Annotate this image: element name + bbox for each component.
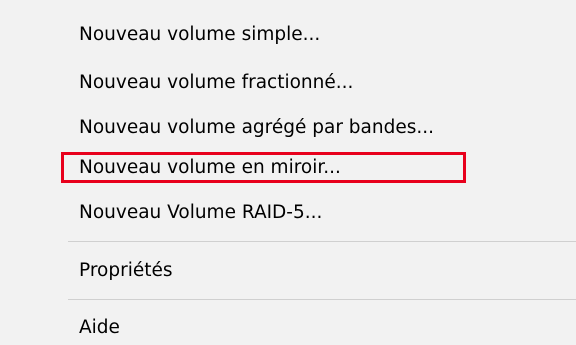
menu-separator bbox=[68, 241, 576, 242]
menu-item-help[interactable]: Aide bbox=[0, 315, 576, 341]
menu-item-new-mirrored-volume[interactable]: Nouveau volume en miroir... bbox=[0, 155, 576, 181]
context-menu: Nouveau volume simple... Nouveau volume … bbox=[0, 0, 576, 345]
menu-item-new-striped-volume[interactable]: Nouveau volume agrégé par bandes... bbox=[0, 115, 576, 141]
menu-item-new-raid5-volume[interactable]: Nouveau Volume RAID-5... bbox=[0, 200, 576, 226]
menu-item-properties[interactable]: Propriétés bbox=[0, 258, 576, 284]
menu-item-new-spanned-volume[interactable]: Nouveau volume fractionné... bbox=[0, 70, 576, 96]
menu-separator bbox=[68, 299, 576, 300]
menu-item-new-simple-volume[interactable]: Nouveau volume simple... bbox=[0, 22, 576, 48]
